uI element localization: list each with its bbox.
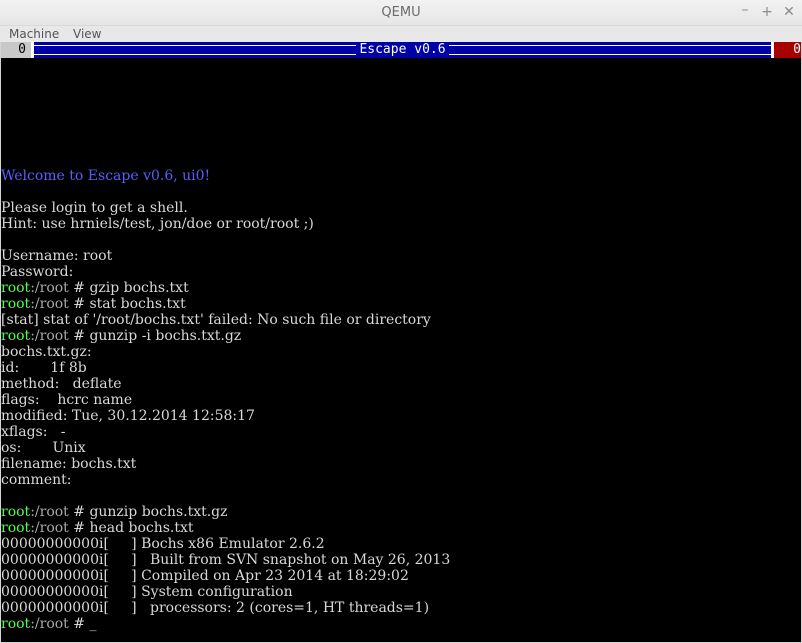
maximize-button[interactable]: + <box>759 4 775 20</box>
minimize-button[interactable]: – <box>737 2 753 18</box>
vm-screen[interactable]: 0 Escape v0.6 0 Welcome to Escape v0.6, … <box>1 42 801 642</box>
window-title: QEMU <box>381 5 421 20</box>
prompt-line: root:/root # gzip bochs.txt <box>1 280 801 296</box>
header-title-wrap: Escape v0.6 <box>34 42 771 58</box>
username-line: Username: root <box>1 248 113 264</box>
command: head bochs.txt <box>89 520 194 536</box>
hint-line: Hint: use hrniels/test, jon/doe or root/… <box>1 216 314 232</box>
prompt-symbol: # <box>68 504 90 520</box>
login-msg-line: Please login to get a shell. <box>1 200 188 216</box>
prompt-line: root:/root # head bochs.txt <box>1 520 801 536</box>
error-line: [stat] stat of '/root/bochs.txt' failed:… <box>1 312 431 328</box>
info-line: comment: <box>1 472 72 488</box>
command: gunzip -i bochs.txt.gz <box>89 328 242 344</box>
prompt-user: root <box>1 296 31 312</box>
head-line: 00000000000i[ ] Built from SVN snapshot … <box>1 552 451 568</box>
vterm-left-indicator: 0 <box>1 42 31 58</box>
prompt-line: root:/root # stat bochs.txt <box>1 296 801 312</box>
info-line: id: 1f 8b <box>1 360 87 376</box>
vterm-right-indicator: 0 <box>774 42 801 58</box>
head-line: 00000000000i[ ] System configuration <box>1 584 293 600</box>
info-line: os: Unix <box>1 440 86 456</box>
info-line: method: deflate <box>1 376 122 392</box>
header-title-bar: Escape v0.6 <box>34 42 771 58</box>
text-cursor: _ <box>89 616 97 632</box>
prompt-path: :/root <box>30 504 69 520</box>
os-title: Escape v0.6 <box>356 42 449 57</box>
prompt-path: :/root <box>30 520 69 536</box>
welcome-line: Welcome to Escape v0.6, ui0! <box>1 168 211 184</box>
prompt-path: :/root <box>30 296 69 312</box>
menu-view[interactable]: View <box>73 26 101 42</box>
prompt-symbol: # <box>68 328 90 344</box>
info-line: filename: bochs.txt <box>1 456 137 472</box>
prompt-user: root <box>1 280 31 296</box>
menu-bar: Machine View <box>0 26 802 42</box>
escape-header-bar: 0 Escape v0.6 0 <box>1 42 801 58</box>
prompt-line-active[interactable]: root:/root # _ <box>1 616 801 632</box>
menu-machine[interactable]: Machine <box>9 26 59 42</box>
prompt-user: root <box>1 616 31 632</box>
terminal-output: Welcome to Escape v0.6, ui0! Please logi… <box>1 168 801 632</box>
prompt-symbol: # <box>68 280 90 296</box>
password-line: Password: <box>1 264 74 280</box>
head-line: 00000000000i[ ] Bochs x86 Emulator 2.6.2 <box>1 536 325 552</box>
head-line: 00000000000i[ ] processors: 2 (cores=1, … <box>1 600 430 616</box>
info-line: flags: hcrc name <box>1 392 133 408</box>
prompt-line: root:/root # gunzip bochs.txt.gz <box>1 504 801 520</box>
prompt-symbol: # <box>68 616 90 632</box>
prompt-path: :/root <box>30 328 69 344</box>
prompt-symbol: # <box>68 520 90 536</box>
prompt-user: root <box>1 328 31 344</box>
prompt-symbol: # <box>68 296 90 312</box>
prompt-path: :/root <box>30 280 69 296</box>
prompt-user: root <box>1 504 31 520</box>
info-line: bochs.txt.gz: <box>1 344 92 360</box>
info-line: modified: Tue, 30.12.2014 12:58:17 <box>1 408 255 424</box>
command: stat bochs.txt <box>89 296 186 312</box>
window-titlebar[interactable]: QEMU – + ✕ <box>0 0 802 26</box>
prompt-line: root:/root # gunzip -i bochs.txt.gz <box>1 328 801 344</box>
info-line: xflags: - <box>1 424 66 440</box>
head-line: 00000000000i[ ] Compiled on Apr 23 2014 … <box>1 568 409 584</box>
command: gunzip bochs.txt.gz <box>89 504 228 520</box>
prompt-path: :/root <box>30 616 69 632</box>
close-button[interactable]: ✕ <box>781 4 797 20</box>
prompt-user: root <box>1 520 31 536</box>
command: gzip bochs.txt <box>89 280 189 296</box>
